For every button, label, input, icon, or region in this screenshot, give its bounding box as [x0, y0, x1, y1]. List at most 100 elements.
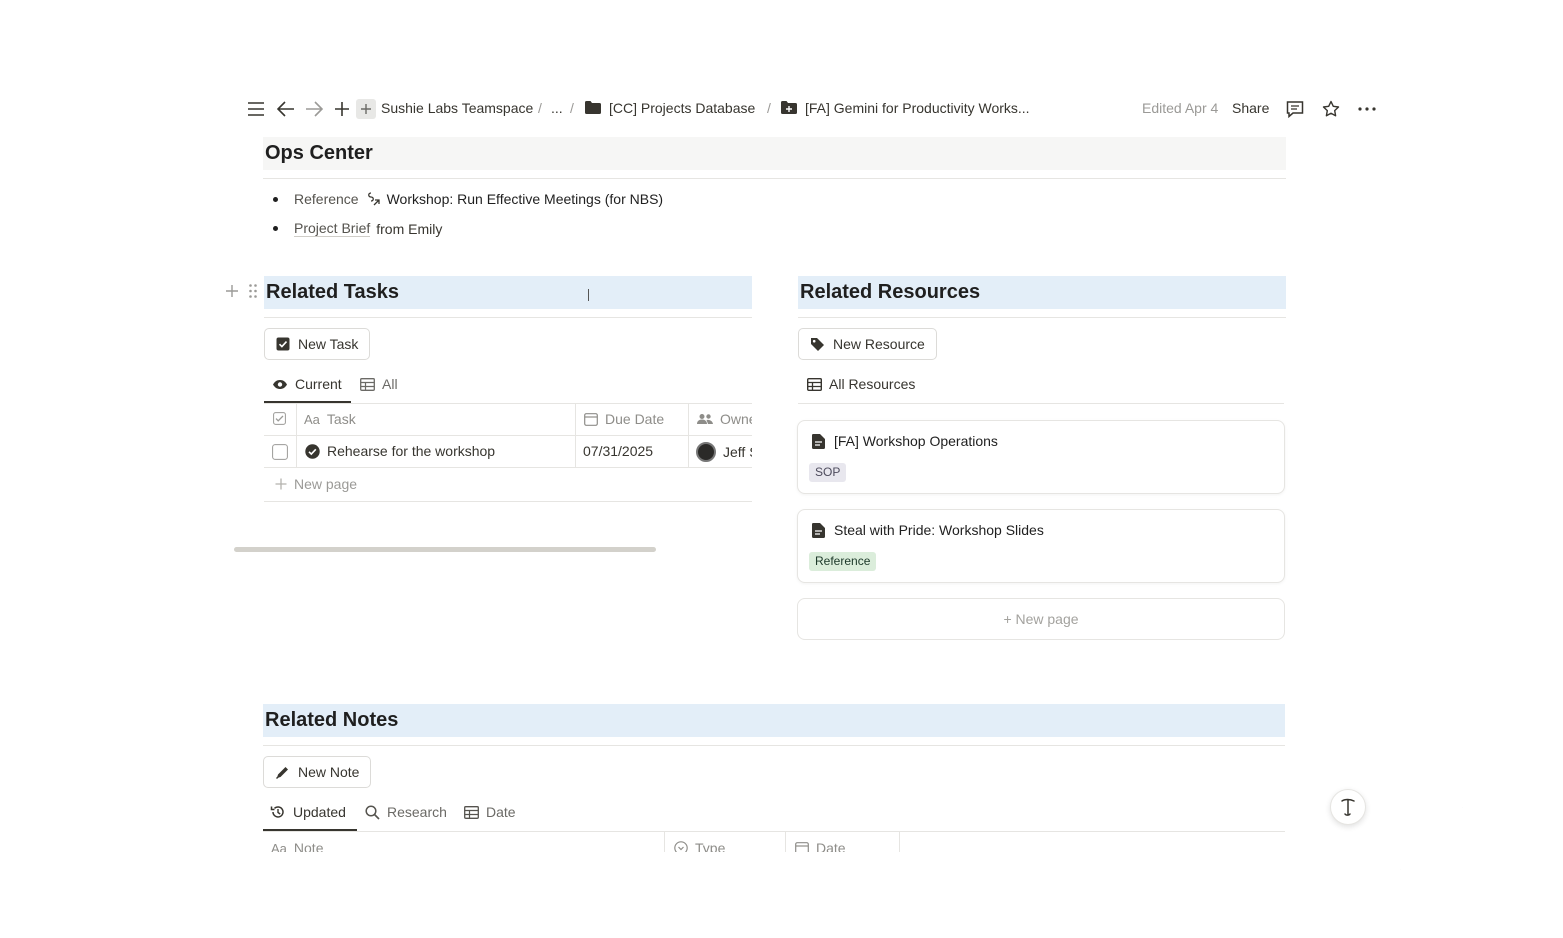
text-cursor: [588, 289, 594, 301]
new-resource-label: New Resource: [833, 336, 925, 352]
tab-label: Current: [295, 376, 342, 392]
new-page-label: New page: [294, 476, 358, 492]
favorite-star-icon[interactable]: [1321, 99, 1341, 119]
project-brief-link[interactable]: Project Brief: [294, 220, 371, 237]
bullet-project-brief: Project Brief from Emily: [273, 220, 442, 237]
card-title: [FA] Workshop Operations: [834, 433, 998, 449]
bullet-prefix: Reference: [294, 191, 359, 207]
breadcrumb-teamspace[interactable]: Sushie Labs Teamspace: [381, 100, 533, 116]
row-divider: [264, 501, 752, 502]
menu-icon[interactable]: [246, 99, 266, 119]
breadcrumb-projects-database[interactable]: [CC] Projects Database: [609, 100, 755, 116]
tab-label: All: [382, 376, 398, 392]
table-icon: [360, 377, 375, 391]
due-date-value: 07/31/2025: [583, 443, 654, 459]
teamspace-sparkle-icon: [356, 99, 376, 119]
column-header-type[interactable]: Type: [674, 840, 725, 852]
row-divider: [264, 435, 752, 436]
column-header-note[interactable]: Aa Note: [271, 840, 323, 852]
column-label: Type: [695, 840, 726, 852]
column-divider: [296, 403, 297, 467]
comments-icon[interactable]: [1285, 99, 1305, 119]
workshop-link[interactable]: Workshop: Run Effective Meetings (for NB…: [387, 191, 663, 207]
column-divider: [664, 832, 665, 852]
bullet-reference: Reference Workshop: Run Effective Meetin…: [273, 191, 663, 207]
eye-icon: [272, 379, 288, 390]
row-checkbox[interactable]: [272, 444, 288, 460]
plus-icon: [275, 478, 287, 490]
folder-icon: [585, 101, 601, 119]
related-resources-heading: Related Resources: [798, 276, 1286, 309]
tab-label: Updated: [293, 804, 346, 820]
people-icon: [697, 413, 713, 425]
column-header-due-date[interactable]: Due Date: [584, 411, 664, 427]
document-icon: [812, 433, 825, 449]
column-label: Note: [293, 840, 324, 852]
column-divider: [785, 832, 786, 852]
breadcrumb-ellipsis[interactable]: ...: [551, 100, 563, 116]
task-name: Rehearse for the workshop: [327, 443, 496, 459]
tab-label: All Resources: [829, 376, 916, 392]
column-label: Date: [816, 840, 846, 852]
related-notes-heading: Related Notes: [263, 704, 1285, 737]
card-title: Steal with Pride: Workshop Slides: [834, 522, 1044, 538]
link-arrow-icon: [365, 191, 381, 207]
select-property-icon: [674, 841, 688, 852]
breadcrumb-separator: /: [538, 100, 542, 116]
back-arrow-icon[interactable]: [276, 99, 296, 119]
add-block-plus-icon[interactable]: [225, 284, 239, 303]
owner-name: Jeff S: [723, 444, 752, 460]
avatar: [696, 442, 716, 462]
card-title-row: Steal with Pride: Workshop Slides: [812, 522, 1044, 538]
folder-plus-icon: [781, 101, 797, 119]
history-icon: [270, 804, 286, 820]
column-header-owner[interactable]: Owne: [697, 411, 752, 427]
new-page-card[interactable]: + New page: [797, 598, 1285, 640]
tag-icon: [810, 337, 825, 352]
tab-all-resources[interactable]: All Resources: [807, 376, 915, 392]
table-icon: [807, 377, 822, 391]
notion-ai-icon[interactable]: [1330, 789, 1366, 825]
calendar-icon: [795, 841, 809, 852]
ops-center-heading: Ops Center: [263, 137, 1286, 170]
tab-label: Date: [486, 804, 516, 820]
column-divider: [899, 832, 900, 852]
tab-all[interactable]: All: [360, 376, 398, 392]
resource-card[interactable]: [FA] Workshop Operations SOP: [797, 420, 1285, 494]
more-options-icon[interactable]: [1357, 99, 1377, 119]
tab-research[interactable]: Research: [365, 804, 447, 820]
column-header-task[interactable]: Aa Task: [304, 411, 356, 427]
divider: [798, 403, 1284, 404]
table-row[interactable]: Rehearse for the workshop: [305, 443, 495, 459]
column-header-date[interactable]: Date: [795, 840, 846, 852]
tab-date[interactable]: Date: [464, 804, 516, 820]
divider: [263, 745, 1285, 746]
pencil-icon: [275, 765, 290, 780]
bullet-suffix: from Emily: [376, 220, 443, 237]
bullet-dot: [273, 226, 278, 231]
tab-label: Research: [387, 804, 447, 820]
column-label: Owne: [720, 411, 752, 427]
new-task-button[interactable]: New Task: [264, 328, 371, 360]
bullet-dot: [273, 196, 278, 202]
new-page-plus-icon[interactable]: [332, 99, 352, 119]
tab-current[interactable]: Current: [272, 376, 342, 392]
select-all-checkbox[interactable]: [273, 412, 286, 425]
drag-handle-icon[interactable]: [248, 283, 258, 304]
horizontal-scrollbar[interactable]: [234, 547, 656, 552]
resource-card[interactable]: Steal with Pride: Workshop Slides Refere…: [797, 509, 1285, 583]
share-button[interactable]: Share: [1232, 100, 1269, 116]
new-task-label: New Task: [298, 336, 359, 352]
tab-updated[interactable]: Updated: [270, 804, 346, 820]
new-resource-button[interactable]: New Resource: [798, 328, 937, 360]
breadcrumb-current-page[interactable]: [FA] Gemini for Productivity Works...: [805, 100, 1030, 116]
divider: [263, 178, 1286, 179]
new-page-row[interactable]: New page: [275, 476, 357, 492]
owner-cell[interactable]: Jeff S: [696, 442, 752, 462]
text-property-icon: Aa: [271, 840, 287, 853]
done-check-circle-icon: [305, 443, 320, 459]
notion-window: Sushie Labs Teamspace / ... / [CC] Proje…: [100, 67, 1463, 870]
forward-arrow-icon[interactable]: [304, 99, 324, 119]
new-note-label: New Note: [298, 764, 360, 780]
new-note-button[interactable]: New Note: [263, 756, 372, 788]
